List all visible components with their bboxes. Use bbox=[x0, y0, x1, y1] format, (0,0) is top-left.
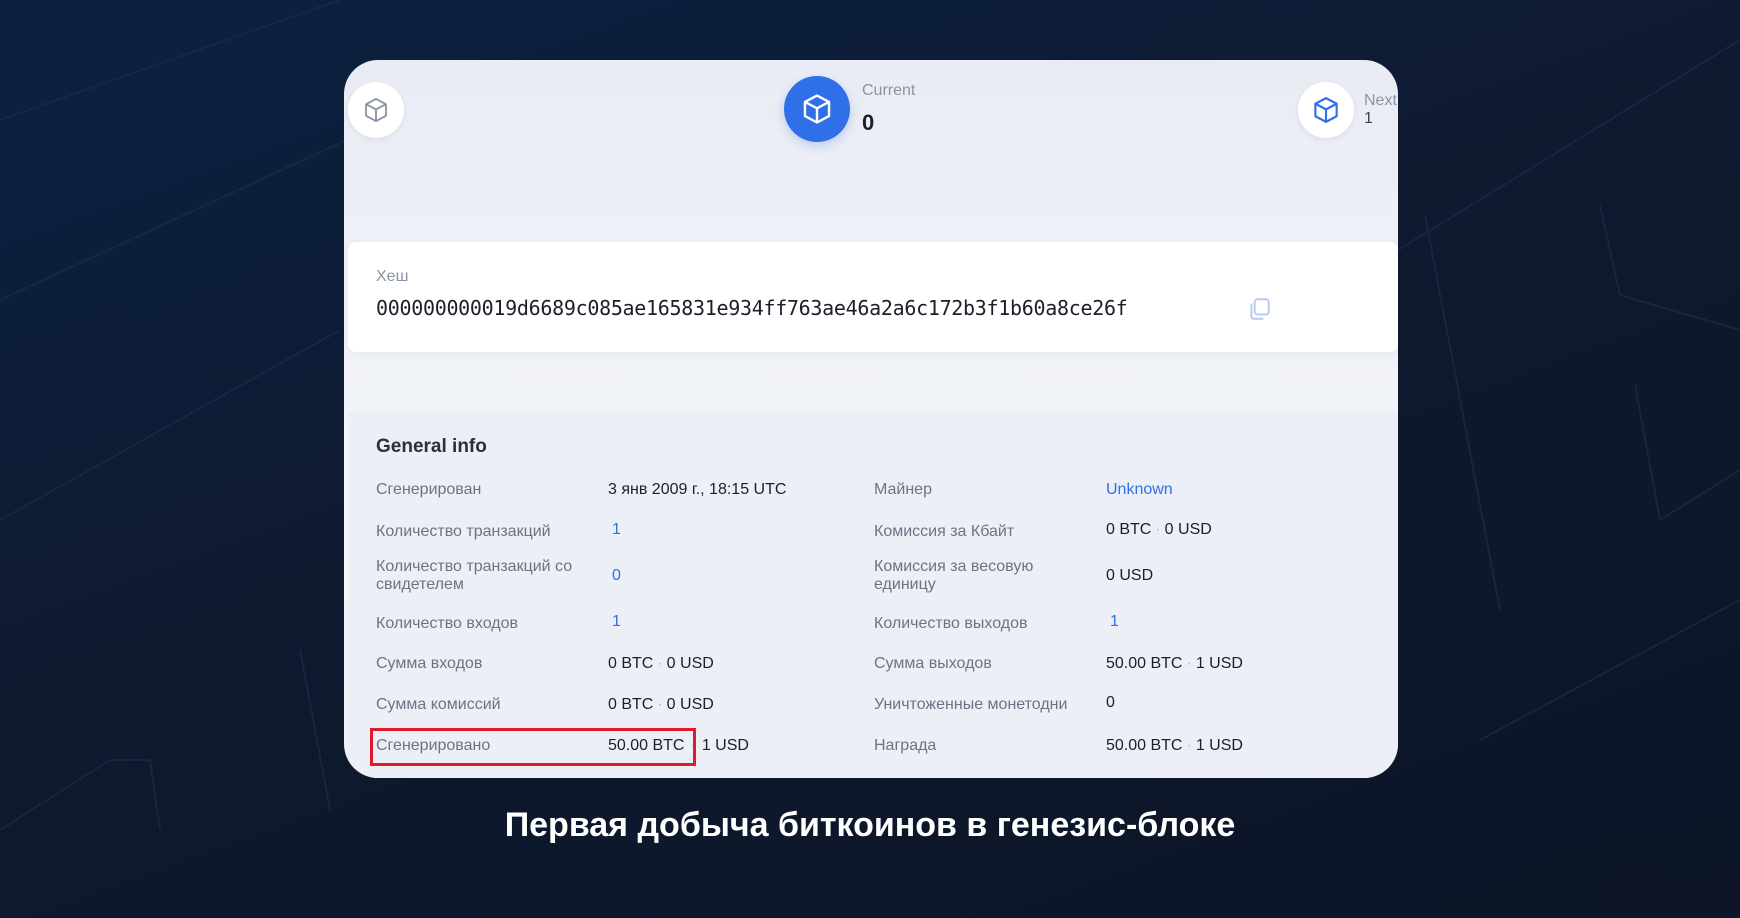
image-caption: Первая добыча биткоинов в генезис-блоке bbox=[504, 806, 1236, 844]
general-info-panel: General info Сгенерирован 3 янв 2009 г.,… bbox=[348, 412, 1398, 778]
generated-amount-usd: 1 USD bbox=[701, 737, 749, 754]
separator-dot: · bbox=[1155, 521, 1161, 538]
reward-btc: 50.00 BTC bbox=[1106, 737, 1183, 754]
copy-icon[interactable] bbox=[1246, 296, 1272, 322]
cube-icon bbox=[365, 97, 387, 123]
tx-count-label: Количество транзакций bbox=[376, 523, 551, 540]
fees-sum-usd: 0 USD bbox=[666, 696, 714, 713]
generated-at-value: 3 янв 2009 г., 18:15 UTC bbox=[608, 481, 787, 498]
outputs-count-value[interactable]: 1 bbox=[1110, 610, 1119, 634]
next-block-button[interactable] bbox=[1298, 82, 1354, 138]
inputs-count-label: Количество входов bbox=[376, 615, 518, 632]
reward-usd: 1 USD bbox=[1195, 737, 1243, 754]
reward-label: Награда bbox=[874, 737, 937, 754]
outputs-sum-label: Сумма выходов bbox=[874, 655, 992, 672]
fee-per-kb-label: Комиссия за Кбайт bbox=[874, 523, 1015, 540]
current-block-icon bbox=[784, 76, 850, 142]
next-block-height[interactable]: 1 bbox=[1364, 110, 1373, 128]
fees-sum-value: 0 BTC · 0 USD bbox=[608, 693, 714, 717]
hash-value: 000000000019d6689c085ae165831e934ff763ae… bbox=[376, 296, 1128, 320]
current-block-height: 0 bbox=[862, 110, 875, 135]
previous-block-button[interactable] bbox=[348, 82, 404, 138]
witness-tx-count-label: Количество транзакций со свидетелем bbox=[376, 558, 573, 593]
outputs-sum-value: 50.00 BTC · 1 USD bbox=[1106, 652, 1243, 676]
hash-label: Хеш bbox=[376, 268, 409, 285]
cube-icon bbox=[1314, 97, 1338, 123]
miner-value[interactable]: Unknown bbox=[1106, 478, 1173, 502]
inputs-sum-value: 0 BTC · 0 USD bbox=[608, 652, 714, 676]
outputs-sum-usd: 1 USD bbox=[1195, 655, 1243, 672]
block-card: Current 0 Next 1 Хеш 000000000019d6689c0… bbox=[344, 60, 1398, 778]
inputs-sum-btc: 0 BTC bbox=[608, 655, 654, 672]
fee-per-weight-label: Комиссия за весовую единицу bbox=[874, 558, 1034, 593]
current-label: Current bbox=[862, 82, 916, 99]
separator-dot: · bbox=[657, 655, 663, 672]
next-label[interactable]: Next bbox=[1364, 92, 1397, 110]
tx-count-value[interactable]: 1 bbox=[612, 518, 621, 542]
hash-panel: Хеш 000000000019d6689c085ae165831e934ff7… bbox=[348, 242, 1398, 352]
miner-label: Майнер bbox=[874, 481, 932, 498]
witness-tx-count-value[interactable]: 0 bbox=[612, 564, 621, 588]
fee-per-kb-usd: 0 USD bbox=[1164, 521, 1212, 538]
fees-sum-btc: 0 BTC bbox=[608, 696, 654, 713]
fees-sum-label: Сумма комиссий bbox=[376, 696, 501, 713]
inputs-sum-usd: 0 USD bbox=[666, 655, 714, 672]
generated-at-label: Сгенерирован bbox=[376, 481, 482, 498]
destroyed-coindays-value: 0 bbox=[1106, 694, 1115, 711]
fee-per-kb-value: 0 BTC · 0 USD bbox=[1106, 518, 1212, 542]
fee-per-weight-value: 0 USD bbox=[1106, 567, 1154, 584]
inputs-sum-label: Сумма входов bbox=[376, 655, 483, 672]
general-info-title: General info bbox=[376, 436, 487, 457]
separator-dot: · bbox=[1186, 655, 1192, 672]
separator-dot: · bbox=[657, 696, 663, 713]
cube-icon bbox=[803, 94, 831, 124]
fee-per-kb-btc: 0 BTC bbox=[1106, 521, 1152, 538]
destroyed-coindays-label: Уничтоженные монетодни bbox=[874, 696, 1068, 713]
outputs-count-label: Количество выходов bbox=[874, 615, 1028, 632]
highlight-box bbox=[370, 728, 696, 766]
reward-value: 50.00 BTC · 1 USD bbox=[1106, 734, 1243, 758]
separator-dot: · bbox=[1186, 737, 1192, 754]
outputs-sum-btc: 50.00 BTC bbox=[1106, 655, 1183, 672]
inputs-count-value[interactable]: 1 bbox=[612, 610, 621, 634]
